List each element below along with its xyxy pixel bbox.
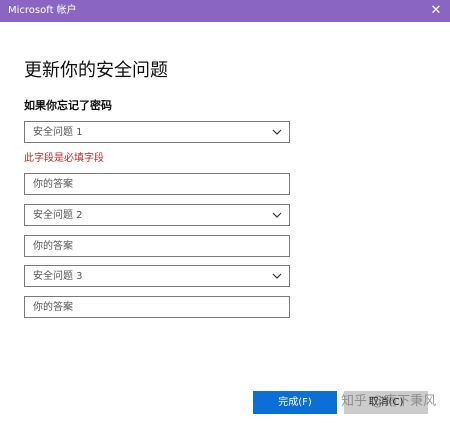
answer-2-input[interactable]: 你的答案 <box>24 235 290 257</box>
window-title: Microsoft 帐户 <box>8 5 77 16</box>
chevron-down-icon <box>272 129 282 135</box>
security-question-1-select[interactable]: 安全问题 1 <box>24 121 290 143</box>
answer-3-input[interactable]: 你的答案 <box>24 296 290 318</box>
page-title: 更新你的安全问题 <box>24 60 168 81</box>
security-question-3-value: 安全问题 3 <box>33 271 83 282</box>
security-question-3-select[interactable]: 安全问题 3 <box>24 265 290 287</box>
security-question-2-value: 安全问题 2 <box>33 210 83 221</box>
error-message: 此字段是必填字段 <box>24 153 104 164</box>
done-button[interactable]: 完成(F) <box>253 391 337 414</box>
watermark-text: 知乎 @南下秉风 <box>341 394 437 409</box>
answer-2-placeholder: 你的答案 <box>33 241 73 252</box>
close-icon[interactable]: ✕ <box>422 0 450 22</box>
security-question-2-select[interactable]: 安全问题 2 <box>24 204 290 226</box>
security-question-1-value: 安全问题 1 <box>33 127 83 138</box>
section-subheading: 如果你忘记了密码 <box>24 99 112 112</box>
answer-1-input[interactable]: 你的答案 <box>24 173 290 195</box>
chevron-down-icon <box>272 212 282 218</box>
app-window: Microsoft 帐户 ✕ 更新你的安全问题 如果你忘记了密码 安全问题 1 … <box>0 0 450 423</box>
title-bar: Microsoft 帐户 ✕ <box>0 0 450 22</box>
answer-3-placeholder: 你的答案 <box>33 302 73 313</box>
chevron-down-icon <box>272 273 282 279</box>
answer-1-placeholder: 你的答案 <box>33 179 73 190</box>
